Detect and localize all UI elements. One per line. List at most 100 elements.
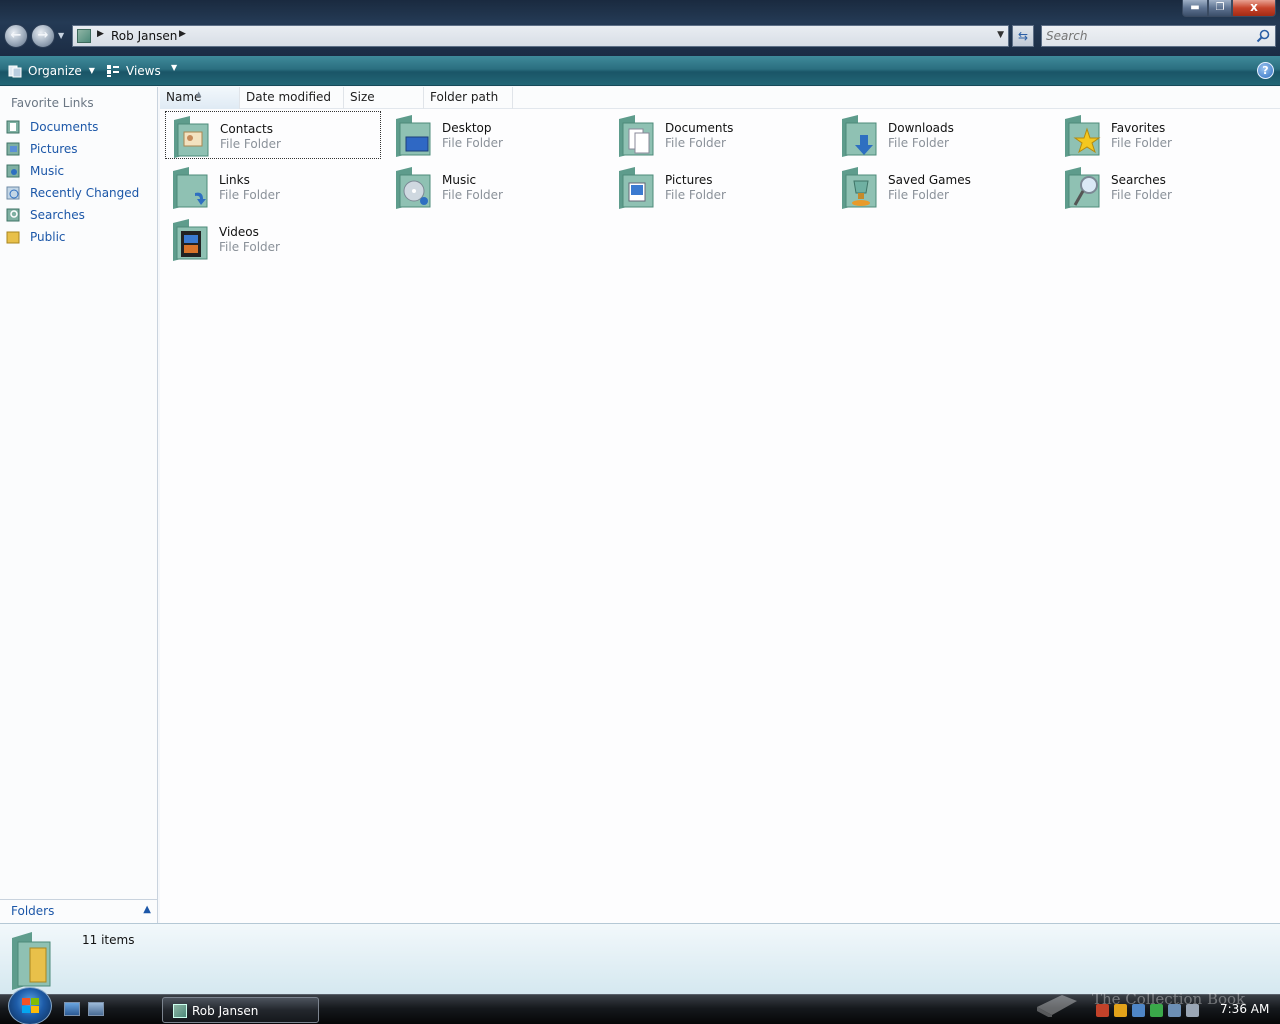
column-header-size[interactable]: Size [344,87,424,109]
breadcrumb-current[interactable]: Rob Jansen [111,29,177,43]
column-header-folder-path[interactable]: Folder path [424,87,513,109]
videos-folder-icon [173,219,208,261]
folder-item-favorites[interactable]: Favorites File Folder [1057,111,1273,159]
sidebar-icon[interactable] [1132,1004,1145,1017]
taskbar-window-button[interactable]: Rob Jansen [162,997,319,1023]
volume-icon[interactable] [1186,1004,1199,1017]
desktop-folder-icon [396,115,431,157]
taskbar-window-label: Rob Jansen [192,1004,259,1018]
folders-toggle[interactable]: Folders ▲ [0,899,157,923]
breadcrumb-separator-icon[interactable]: ▶ [179,29,186,39]
user-folder-icon [77,29,91,43]
defender-icon[interactable] [1150,1004,1163,1017]
folder-item-desktop[interactable]: Desktop File Folder [388,111,604,159]
organize-dropdown-icon: ▼ [88,66,95,75]
organize-icon [8,65,22,78]
folder-item-videos[interactable]: Videos File Folder [165,215,381,263]
search-box[interactable] [1041,25,1276,47]
pictures-icon [6,142,20,156]
contacts-folder-icon [174,116,209,158]
item-type: File Folder [665,136,726,150]
pictures-folder-icon [619,167,654,209]
folder-item-pictures[interactable]: Pictures File Folder [611,163,827,211]
downloads-folder-icon [842,115,877,157]
forward-button[interactable]: → [31,24,55,48]
organize-label: Organize [28,64,82,78]
search-input[interactable] [1046,28,1251,44]
clock[interactable]: 7:36 AM [1220,1002,1269,1016]
column-header-name[interactable]: ▲ Name [160,87,240,109]
minimize-button[interactable]: ▬ [1182,0,1208,17]
item-name: Searches [1111,173,1166,187]
fav-link-music[interactable]: Music [6,162,64,180]
taskbar: Rob Jansen The Collection Book 7:36 AM [0,987,1280,1024]
fav-link-pictures[interactable]: Pictures [6,140,78,158]
item-type: File Folder [888,136,949,150]
folder-item-downloads[interactable]: Downloads File Folder [834,111,1050,159]
address-bar[interactable]: ▶ Rob Jansen ▶ ▼ [72,25,1009,47]
close-icon: x [1250,0,1258,14]
show-desktop-icon[interactable] [64,1002,80,1016]
item-name: Music [442,173,477,187]
folder-large-icon [12,932,51,990]
recent-pages-dropdown-icon[interactable]: ▼ [58,31,64,40]
folder-item-saved-games[interactable]: Saved Games File Folder [834,163,1050,211]
column-headers: ▲ Name Date modified Size Folder path [160,87,1280,109]
windows-logo-icon [22,998,39,1013]
folder-item-music[interactable]: Music File Folder [388,163,604,211]
item-type: File Folder [442,188,503,202]
switch-windows-icon[interactable] [88,1002,104,1016]
minimize-icon: ▬ [1190,2,1200,13]
item-type: File Folder [1111,188,1172,202]
item-name: Pictures [665,173,713,187]
views-button[interactable]: Views [106,62,161,80]
refresh-button[interactable]: ⇆ [1012,25,1034,47]
close-button[interactable]: x [1232,0,1276,17]
folder-item-contacts[interactable]: Contacts File Folder [165,111,381,159]
favorites-folder-icon [1065,115,1101,157]
back-button[interactable]: ← [4,24,28,48]
back-arrow-icon: ← [10,28,22,43]
security-alert-icon[interactable] [1096,1004,1109,1017]
item-name: Contacts [220,122,273,136]
start-button[interactable] [8,987,52,1024]
item-type: File Folder [1111,136,1172,150]
breadcrumb-separator-icon[interactable]: ▶ [97,29,104,39]
item-name: Saved Games [888,173,971,187]
sort-ascending-icon: ▲ [196,90,202,98]
item-name: Favorites [1111,121,1166,135]
forward-arrow-icon: → [37,28,49,43]
recently-changed-icon [6,186,20,200]
folders-label: Folders [11,904,55,918]
views-dropdown-icon[interactable]: ▼ [171,63,177,72]
search-icon[interactable] [1256,29,1270,43]
maximize-button[interactable]: ❐ [1208,0,1232,17]
chevron-up-icon: ▲ [143,904,151,915]
item-name: Downloads [888,121,954,135]
fav-link-recently-changed[interactable]: Recently Changed [6,184,139,202]
organize-button[interactable]: Organize ▼ [8,62,95,80]
fav-link-searches[interactable]: Searches [6,206,85,224]
fav-link-public[interactable]: Public [6,228,66,246]
shield-icon[interactable] [1114,1004,1127,1017]
details-pane: 11 items [0,923,1280,994]
window-controls: ▬ ❐ x [1182,0,1276,17]
fav-link-documents[interactable]: Documents [6,118,98,136]
searches-folder-icon [1065,167,1100,209]
address-dropdown-icon[interactable]: ▼ [997,30,1004,40]
network-icon[interactable] [1168,1004,1181,1017]
item-name: Documents [665,121,734,135]
title-bar: ← → ▼ ▶ Rob Jansen ▶ ▼ ⇆ ▬ ❐ x [0,0,1280,56]
folder-item-documents[interactable]: Documents File Folder [611,111,827,159]
fav-link-label: Recently Changed [30,186,140,200]
documents-icon [6,120,20,134]
folder-item-searches[interactable]: Searches File Folder [1057,163,1273,211]
item-name: Desktop [442,121,492,135]
fav-link-label: Public [30,230,66,244]
refresh-icon: ⇆ [1017,29,1029,43]
help-button[interactable]: ? [1257,62,1274,79]
saved-games-folder-icon [842,167,877,209]
item-name: Links [219,173,250,187]
column-header-date-modified[interactable]: Date modified [240,87,344,109]
folder-item-links[interactable]: Links File Folder [165,163,381,211]
